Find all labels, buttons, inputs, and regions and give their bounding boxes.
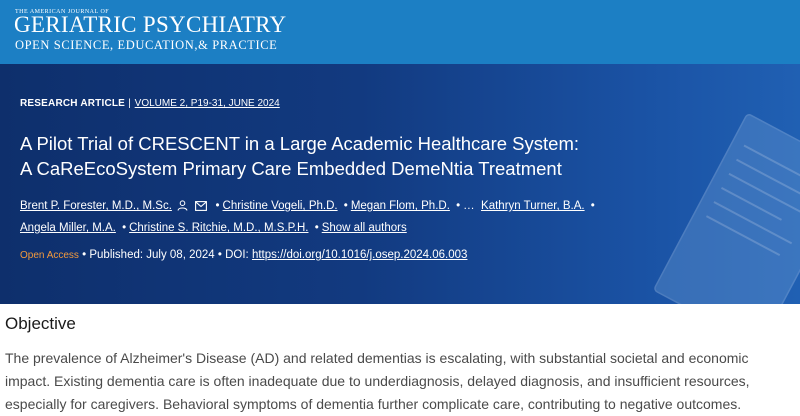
volume-link[interactable]: VOLUME 2, P19-31, JUNE 2024: [135, 98, 280, 109]
bullet: •: [215, 200, 220, 212]
section-text: The prevalence of Alzheimer's Disease (A…: [5, 350, 750, 412]
title-line-2: A CaReEcoSystem Primary Care Embedded De…: [20, 158, 562, 179]
section-heading: Objective: [5, 314, 76, 333]
open-access-badge: Open Access: [20, 250, 79, 261]
person-icon[interactable]: [177, 200, 188, 211]
journal-name[interactable]: GERIATRIC PSYCHIATRY: [14, 12, 286, 38]
author-link[interactable]: Angela Miller, M.A.: [20, 222, 116, 234]
article-meta: RESEARCH ARTICLE | VOLUME 2, P19-31, JUNE …: [20, 98, 280, 109]
bullet: •: [82, 249, 87, 261]
author-link[interactable]: Christine Vogeli, Ph.D.: [223, 200, 338, 212]
published-date: Published: July 08, 2024: [89, 249, 215, 261]
doi-label: DOI:: [225, 249, 249, 261]
journal-header: THE AMERICAN JOURNAL OF GERIATRIC PSYCHI…: [0, 0, 800, 64]
author-link[interactable]: Brent P. Forester, M.D., M.Sc.: [20, 200, 172, 212]
authors-ellipsis: …: [463, 200, 475, 212]
author-link[interactable]: Megan Flom, Ph.D.: [351, 200, 450, 212]
publication-info: Open Access • Published: July 08, 2024 •…: [20, 249, 467, 261]
journal-tagline: OPEN SCIENCE, EDUCATION,& PRACTICE: [15, 38, 278, 52]
author-link[interactable]: Kathryn Turner, B.A.: [481, 200, 585, 212]
title-line-1: A Pilot Trial of CRESCENT in a Large Aca…: [20, 133, 580, 154]
bullet: •: [217, 249, 222, 261]
bullet: •: [590, 200, 595, 212]
bullet: •: [343, 200, 348, 212]
article-type: RESEARCH ARTICLE: [20, 98, 126, 109]
bullet: •: [122, 222, 127, 234]
author-link[interactable]: Christine S. Ritchie, M.D., M.S.P.H.: [129, 222, 308, 234]
show-all-authors-link[interactable]: Show all authors: [322, 222, 407, 234]
bullet: •: [314, 222, 319, 234]
meta-separator: |: [128, 98, 131, 109]
bullet: •: [456, 200, 461, 212]
author-list: Brent P. Forester, M.D., M.Sc. • Christin…: [20, 195, 780, 239]
doi-link[interactable]: https://doi.org/10.1016/j.osep.2024.06.0…: [252, 249, 467, 261]
envelope-icon[interactable]: [195, 201, 208, 211]
article-title: A Pilot Trial of CRESCENT in a Large Aca…: [20, 131, 740, 181]
